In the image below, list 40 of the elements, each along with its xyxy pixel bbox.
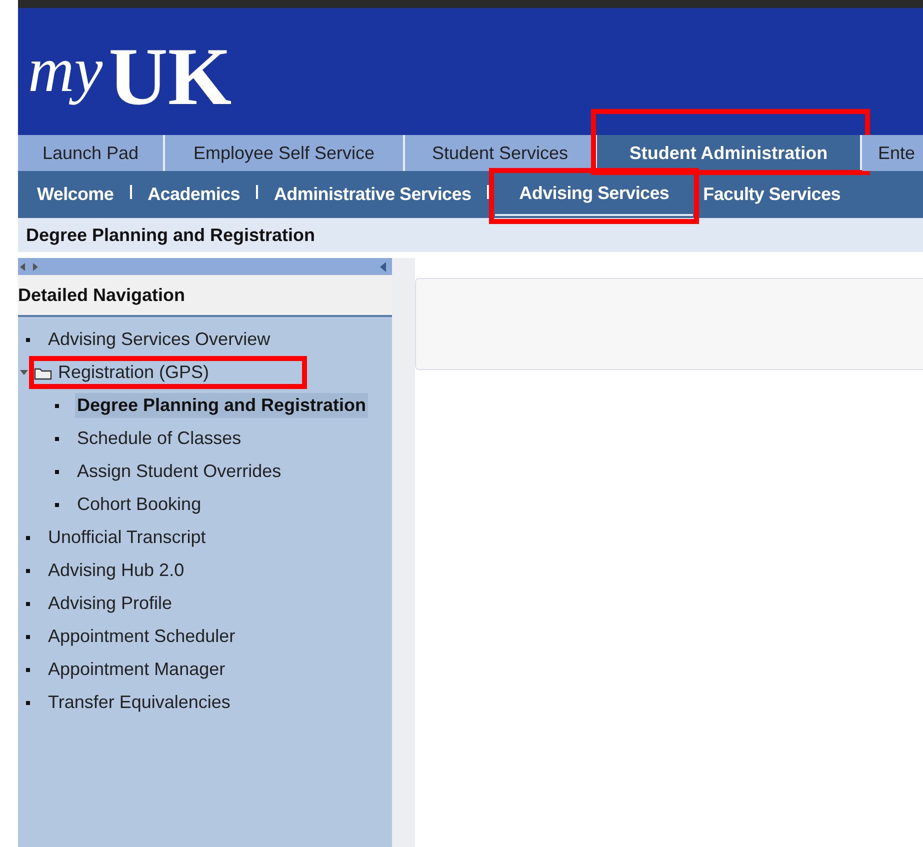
bullet-icon <box>26 668 30 672</box>
bullet-icon <box>26 700 30 704</box>
nav-link[interactable]: Advising Services Overview <box>46 327 272 352</box>
tab[interactable]: Student Services <box>405 135 597 171</box>
bullet-icon <box>26 568 30 572</box>
tab[interactable]: Ente <box>862 135 923 171</box>
folder-icon <box>34 366 52 380</box>
right-arrow-icon[interactable] <box>30 260 40 272</box>
nav-link[interactable]: Transfer Equivalencies <box>46 690 232 715</box>
nav-link[interactable]: Assign Student Overrides <box>75 459 284 484</box>
bullet-icon <box>26 536 30 540</box>
left-arrow-icon[interactable] <box>18 260 28 272</box>
bullet-icon <box>55 470 59 474</box>
tab[interactable]: Employee Self Service <box>165 135 405 171</box>
tab[interactable]: Student Administration <box>597 135 862 171</box>
bullet-icon <box>55 404 59 408</box>
collapse-icon[interactable] <box>378 260 388 272</box>
menu-link[interactable]: Faculty Services <box>693 174 850 214</box>
nav-link[interactable]: Degree Planning and Registration <box>75 393 368 418</box>
bullet-icon <box>55 436 59 440</box>
bullet-icon <box>26 602 30 606</box>
bullet-icon <box>26 338 30 342</box>
page-title: Degree Planning and Registration <box>26 224 316 246</box>
nav-link[interactable]: Cohort Booking <box>75 492 204 517</box>
menu-link[interactable]: Administrative Services <box>264 174 482 214</box>
bullet-icon <box>26 634 30 638</box>
bullet-icon <box>55 502 59 506</box>
tab[interactable]: Launch Pad <box>18 135 165 171</box>
nav-link[interactable]: Advising Profile <box>46 591 174 616</box>
nav-link[interactable]: Appointment Manager <box>46 657 228 682</box>
menu-link[interactable]: Advising Services <box>495 174 694 216</box>
menu-link[interactable]: Academics <box>138 174 250 214</box>
nav-link[interactable]: Advising Hub 2.0 <box>46 558 186 583</box>
nav-link[interactable]: Registration (GPS) <box>56 360 212 385</box>
nav-link[interactable]: Unofficial Transcript <box>46 525 208 550</box>
expand-arrow-icon[interactable] <box>20 370 28 375</box>
menu-link[interactable]: Welcome <box>18 174 124 214</box>
nav-link[interactable]: Schedule of Classes <box>75 426 244 451</box>
sidebar-title: Detailed Navigation <box>18 284 186 306</box>
nav-link[interactable]: Appointment Scheduler <box>46 624 238 649</box>
